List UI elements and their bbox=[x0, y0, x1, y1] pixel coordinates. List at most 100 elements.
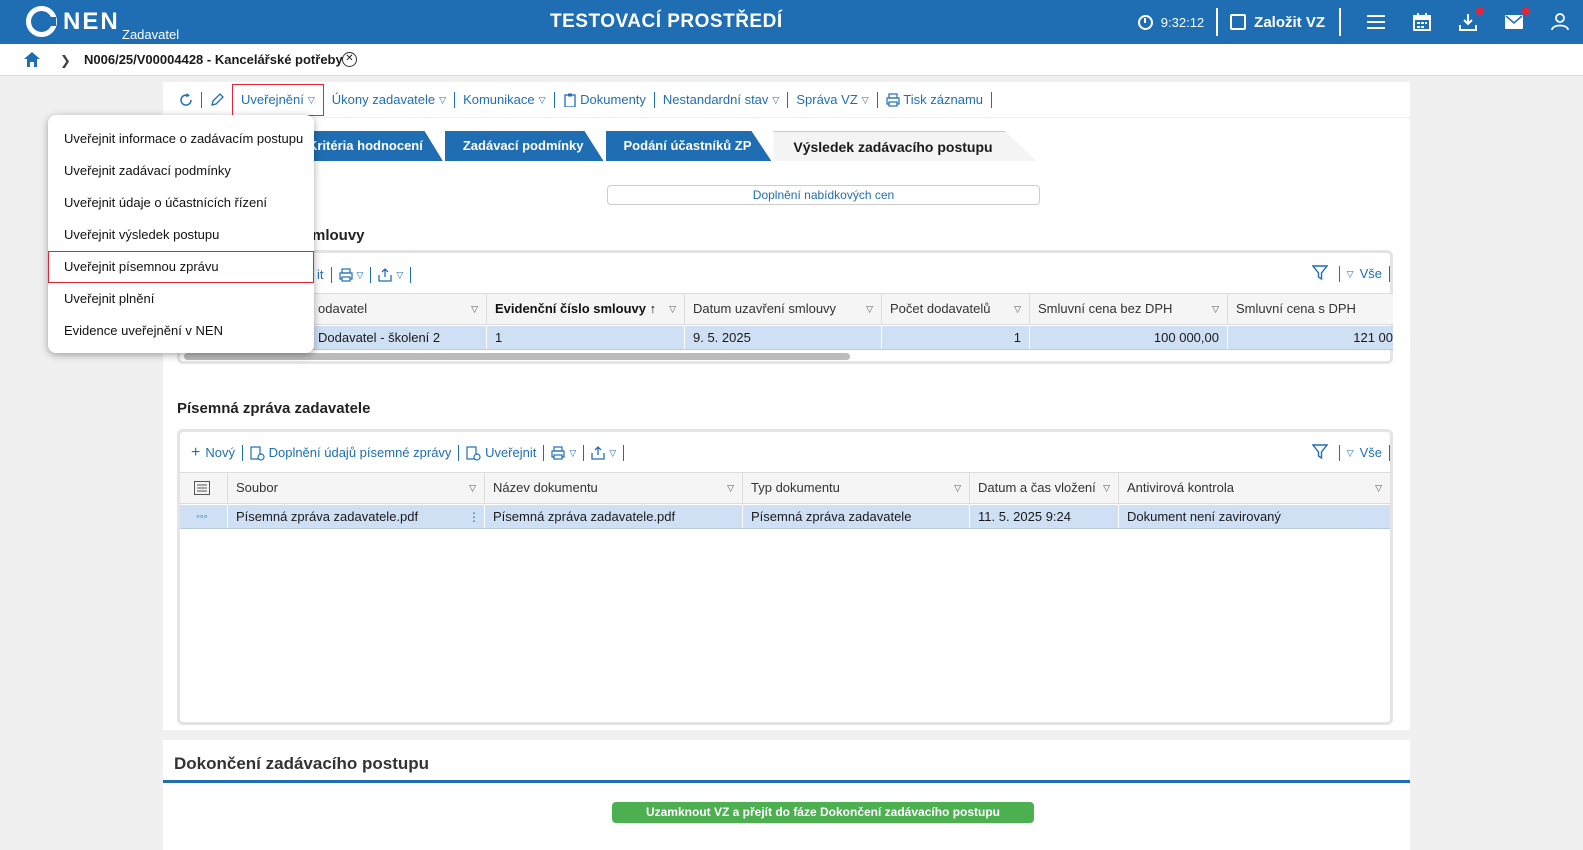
report-export-button[interactable]: ▽ bbox=[584, 445, 625, 461]
filter-dropdown-icon[interactable]: ▽ bbox=[1212, 294, 1219, 324]
menu-item-uverejnit-informace[interactable]: Uveřejnit informace o zadávacím postupu bbox=[48, 123, 314, 155]
filter-icon[interactable] bbox=[1311, 444, 1329, 463]
menu-sprava-vz[interactable]: Správa VZ ▽ bbox=[788, 91, 878, 108]
edit-button[interactable] bbox=[202, 92, 232, 108]
print-icon bbox=[338, 268, 353, 282]
menu-item-evidence-uverejneni[interactable]: Evidence uveřejnění v NEN bbox=[48, 315, 314, 347]
col-dodavatel[interactable]: odavatel ▽ bbox=[310, 294, 487, 324]
session-time: 9:32:12 bbox=[1160, 14, 1205, 30]
menu-item-uverejnit-vysledek[interactable]: Uveřejnit výsledek postupu bbox=[48, 219, 314, 251]
column-settings-icon[interactable] bbox=[180, 473, 228, 503]
home-icon[interactable] bbox=[24, 52, 40, 70]
col-cena-s-dph[interactable]: Smluvní cena s DPH bbox=[1228, 294, 1393, 324]
menu-item-uverejnit-udaje-ucastnici[interactable]: Uveřejnit údaje o účastnících řízení bbox=[48, 187, 314, 219]
filter-dropdown-icon[interactable]: ▽ bbox=[1014, 294, 1021, 324]
filter-dropdown-icon[interactable]: ▽ bbox=[954, 473, 961, 503]
col-label: Soubor bbox=[236, 480, 278, 495]
col-typ-dokumentu[interactable]: Typ dokumentu ▽ bbox=[743, 473, 970, 503]
menu-nestandardni-label: Nestandardní stav bbox=[662, 91, 769, 107]
filter-dropdown-icon[interactable]: ▽ bbox=[669, 294, 676, 324]
print-icon bbox=[551, 446, 565, 460]
completion-panel: Dokončení zadávacího postupu Uzamknout V… bbox=[163, 740, 1410, 850]
contracts-export-button[interactable]: ▽ bbox=[371, 267, 412, 283]
col-nazev-dokumentu[interactable]: Název dokumentu ▽ bbox=[485, 473, 743, 503]
col-label: Smluvní cena bez DPH bbox=[1038, 301, 1173, 316]
calendar-icon[interactable] bbox=[1410, 10, 1434, 34]
horizontal-scrollbar[interactable] bbox=[184, 353, 850, 360]
menu-icon[interactable] bbox=[1364, 10, 1388, 34]
menu-tisk-zaznamu[interactable]: Tisk záznamu bbox=[878, 91, 993, 108]
close-icon[interactable]: ✕ bbox=[342, 52, 357, 67]
col-evidencni-cislo[interactable]: Evidenční číslo smlouvy ↑ ▽ bbox=[487, 294, 685, 324]
contracts-print-button[interactable]: ▽ bbox=[332, 267, 372, 283]
contracts-all-label: Vše bbox=[1359, 266, 1382, 281]
phase-tabs: Kritéria hodnocení Zadávací podmínky Pod… bbox=[290, 131, 1039, 161]
filter-dropdown-icon[interactable]: ▽ bbox=[1375, 473, 1382, 503]
tab-zadavaci-podminky[interactable]: Zadávací podmínky bbox=[444, 131, 604, 161]
col-datum-vlozeni[interactable]: Datum a čas vložení ▽ bbox=[970, 473, 1119, 503]
table-row[interactable]: Dodavatel - školení 2 1 9. 5. 2025 1 100… bbox=[310, 326, 1393, 350]
breadcrumb-title: N006/25/V00004428 - Kancelářské potřeby bbox=[84, 52, 343, 67]
sort-asc-icon: ↑ bbox=[649, 301, 657, 316]
report-grid: + Nový Doplnění údajů písemné zprávy Uveř… bbox=[177, 429, 1393, 725]
new-button[interactable]: + Nový bbox=[184, 445, 243, 461]
logo-text: NEN bbox=[63, 7, 120, 35]
col-label: Typ dokumentu bbox=[751, 480, 840, 495]
dropdown-icon: ▽ bbox=[1346, 269, 1354, 279]
clipboard-icon bbox=[563, 93, 576, 107]
cell-antivirova-kontrola: Dokument není zavirovaný bbox=[1127, 509, 1281, 524]
user-icon[interactable] bbox=[1548, 10, 1572, 34]
doplneni-udaju-label: Doplnění údajů písemné zprávy bbox=[268, 445, 452, 460]
doplneni-nabidkovych-cen-button[interactable]: Doplnění nabídkových cen bbox=[607, 185, 1040, 205]
clock-icon bbox=[1137, 14, 1153, 30]
dropdown-icon: ▽ bbox=[356, 270, 364, 280]
doplneni-udaju-button[interactable]: Doplnění údajů písemné zprávy bbox=[243, 445, 460, 461]
create-vz-label: Založit VZ bbox=[1254, 13, 1325, 31]
cell-pocet: 1 bbox=[882, 326, 1030, 349]
document-gear-icon bbox=[466, 445, 482, 461]
uverejnit-button[interactable]: Uveřejnit bbox=[459, 445, 545, 461]
filter-dropdown-icon[interactable]: ▽ bbox=[469, 473, 476, 503]
filter-icon[interactable] bbox=[1311, 265, 1329, 284]
menu-komunikace[interactable]: Komunikace ▽ bbox=[455, 91, 555, 108]
tab-vysledek-zadavaciho-postupu[interactable]: Výsledek zadávacího postupu bbox=[773, 131, 1037, 161]
contracts-grid-header: odavatel ▽ Evidenční číslo smlouvy ↑ ▽ Dat… bbox=[310, 293, 1393, 325]
col-label: Smluvní cena s DPH bbox=[1236, 301, 1356, 316]
menu-dokumenty-label: Dokumenty bbox=[580, 91, 646, 107]
session-timer: 9:32:12 bbox=[1137, 8, 1219, 36]
report-print-button[interactable]: ▽ bbox=[544, 445, 585, 461]
create-vz-button[interactable]: Založit VZ bbox=[1230, 8, 1341, 36]
col-soubor[interactable]: Soubor ▽ bbox=[228, 473, 485, 503]
table-row[interactable]: ◦◦◦ Písemná zpráva zadavatele.pdf ⋮ Písem… bbox=[180, 505, 1390, 529]
download-icon[interactable] bbox=[1456, 7, 1484, 34]
col-label: Datum a čas vložení bbox=[978, 480, 1096, 495]
col-pocet-dodavatelu[interactable]: Počet dodavatelů ▽ bbox=[882, 294, 1030, 324]
menu-dokumenty[interactable]: Dokumenty bbox=[555, 91, 655, 108]
col-cena-bez-dph[interactable]: Smluvní cena bez DPH ▽ bbox=[1030, 294, 1228, 324]
menu-item-uverejnit-plneni[interactable]: Uveřejnit plnění bbox=[48, 283, 314, 315]
menu-item-uverejnit-pisemnou-zpravu[interactable]: Uveřejnit písemnou zprávu bbox=[48, 251, 314, 283]
col-datum-uzavreni[interactable]: Datum uzavření smlouvy ▽ bbox=[685, 294, 882, 324]
row-actions-icon[interactable]: ◦◦◦ bbox=[180, 505, 228, 528]
menu-nestandardni-stav[interactable]: Nestandardní stav ▽ bbox=[655, 91, 789, 108]
tab-podani-ucastniku[interactable]: Podání účastníků ZP bbox=[605, 131, 772, 161]
mail-icon[interactable] bbox=[1502, 7, 1530, 34]
environment-title: TESTOVACÍ PROSTŘEDÍ bbox=[550, 11, 783, 32]
filter-dropdown-icon[interactable]: ▽ bbox=[1103, 473, 1110, 503]
menu-item-uverejnit-zadavaci-podminky[interactable]: Uveřejnit zadávací podmínky bbox=[48, 155, 314, 187]
refresh-button[interactable] bbox=[171, 91, 202, 108]
nen-logo[interactable]: NEN bbox=[26, 6, 120, 37]
col-antivirova-kontrola[interactable]: Antivirová kontrola ▽ bbox=[1119, 473, 1390, 503]
menu-ukony-zadavatele[interactable]: Úkony zadavatele ▽ bbox=[324, 91, 456, 108]
more-vertical-icon[interactable]: ⋮ bbox=[468, 505, 480, 528]
filter-dropdown-icon[interactable]: ▽ bbox=[727, 473, 734, 503]
filter-dropdown-icon[interactable]: ▽ bbox=[471, 294, 478, 324]
dropdown-icon: ▽ bbox=[569, 448, 577, 458]
lock-vz-button[interactable]: Uzamknout VZ a přejít do fáze Dokončení … bbox=[612, 802, 1034, 823]
dropdown-icon: ▽ bbox=[307, 94, 315, 105]
menu-uverejneni[interactable]: Uveřejnění ▽ bbox=[232, 83, 324, 116]
cell-soubor[interactable]: Písemná zpráva zadavatele.pdf ⋮ bbox=[228, 505, 485, 528]
contracts-all-filter[interactable]: ▽ Vše bbox=[1338, 266, 1390, 282]
filter-dropdown-icon[interactable]: ▽ bbox=[866, 294, 873, 324]
report-all-filter[interactable]: ▽ Vše bbox=[1338, 445, 1390, 461]
